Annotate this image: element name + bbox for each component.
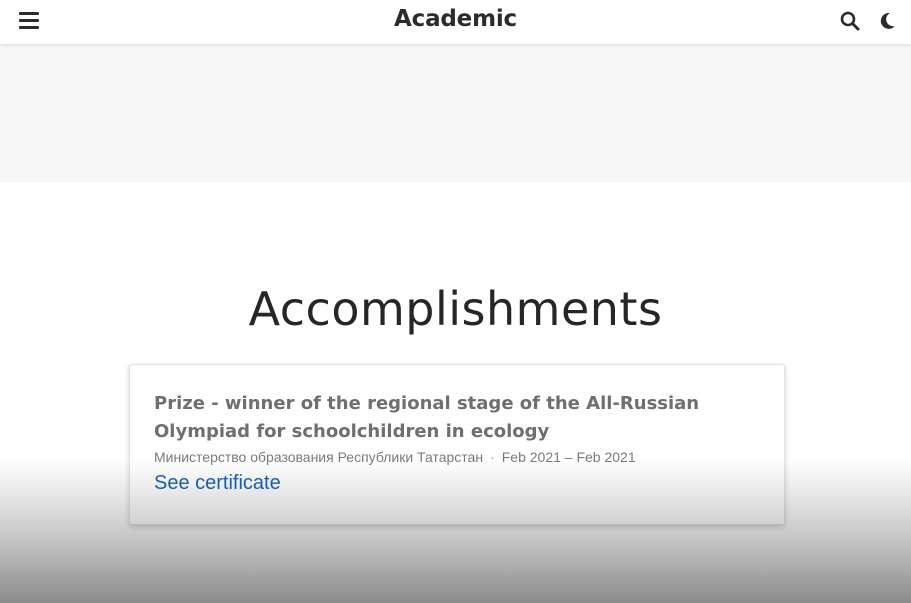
page: Academic Accomplishments Prize - winner … — [0, 0, 911, 603]
meta-separator: · — [490, 449, 495, 465]
site-brand: Academic — [0, 6, 911, 32]
see-certificate-link[interactable]: See certificate — [154, 472, 281, 495]
search-icon[interactable] — [838, 9, 862, 33]
accomplishment-organization: Министерство образования Республики Тата… — [154, 449, 484, 465]
hero-band — [0, 44, 911, 182]
accomplishment-date-range: Feb 2021 – Feb 2021 — [501, 449, 636, 465]
accomplishment-card: Prize - winner of the regional stage of … — [129, 364, 785, 525]
moon-icon[interactable] — [875, 9, 899, 33]
navbar: Academic — [0, 0, 911, 44]
brand-link[interactable]: Academic — [394, 6, 517, 32]
accomplishment-title: Prize - winner of the regional stage of … — [154, 393, 700, 442]
section-title: Accomplishments — [248, 282, 663, 336]
accomplishment-meta: Министерство образования Республики Тата… — [154, 449, 760, 465]
